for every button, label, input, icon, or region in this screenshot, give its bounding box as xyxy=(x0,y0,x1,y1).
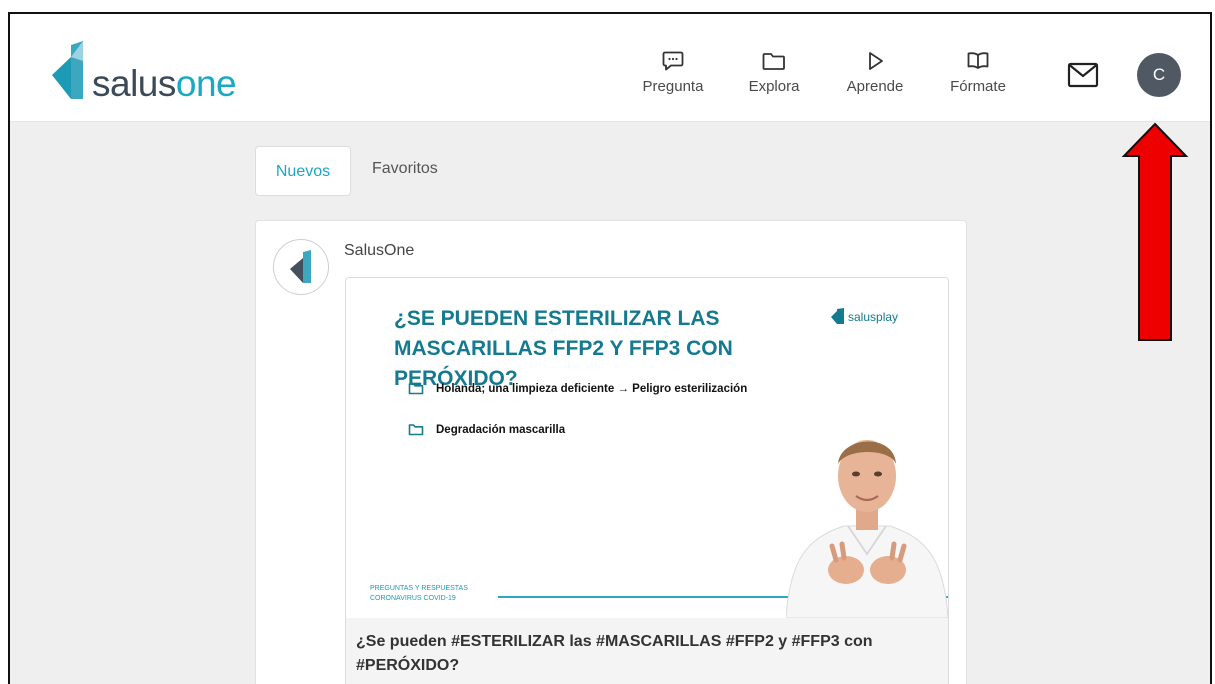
slide-bullet-text: Degradación mascarilla xyxy=(436,424,566,436)
red-arrow-annotation xyxy=(1121,122,1189,341)
nav-label-explora: Explora xyxy=(748,78,800,95)
slide-bullet: Holanda; una limpieza deficiente → Pelig… xyxy=(408,382,747,395)
folder-icon xyxy=(408,424,424,436)
salusone-logo-icon xyxy=(290,250,311,283)
salusplay-logo: salusplay xyxy=(830,308,898,324)
book-icon xyxy=(967,52,989,69)
mail-icon xyxy=(1067,62,1099,88)
slide-footer: PREGUNTAS Y RESPUESTAS CORONAVIRUS COVID… xyxy=(370,584,468,604)
nav-label-aprende: Aprende xyxy=(846,78,904,95)
post-card: SalusOne ¿SE PUEDEN ESTERILIZAR LAS MASC… xyxy=(255,220,967,684)
logo-text-prefix: salus xyxy=(92,63,176,104)
salusplay-logo-icon xyxy=(831,308,844,324)
messages-button[interactable] xyxy=(1067,62,1099,93)
folder-icon xyxy=(762,53,785,70)
post-author-name[interactable]: SalusOne xyxy=(344,242,414,260)
nav-item-explora[interactable]: Explora xyxy=(729,50,819,95)
chat-bubble-icon xyxy=(662,51,684,71)
salusplay-brand-text: salusplay xyxy=(848,310,899,324)
logo-text-suffix: one xyxy=(175,63,237,104)
tab-favoritos[interactable]: Favoritos xyxy=(372,146,438,194)
folder-icon xyxy=(408,383,424,395)
salusone-logo-icon xyxy=(52,41,83,99)
post-author-avatar[interactable] xyxy=(273,239,329,295)
post-media[interactable]: ¿SE PUEDEN ESTERILIZAR LAS MASCARILLAS F… xyxy=(345,277,949,684)
nav-item-pregunta[interactable]: Pregunta xyxy=(628,50,718,95)
slide-bullet-text: Holanda; una limpieza deficiente → Pelig… xyxy=(436,383,748,395)
slide-title: ¿SE PUEDEN ESTERILIZAR LAS MASCARILLAS F… xyxy=(394,307,733,390)
tab-nuevos[interactable]: Nuevos xyxy=(255,146,351,196)
post-caption[interactable]: ¿Se pueden #ESTERILIZAR las #MASCARILLAS… xyxy=(356,630,936,678)
top-header: salusone Pregunta Explora Aprende Fórmat… xyxy=(10,14,1210,122)
play-icon xyxy=(869,52,883,70)
nav-label-pregunta: Pregunta xyxy=(642,78,704,95)
logo-text: salusone xyxy=(92,63,237,104)
slide-footer-line1: PREGUNTAS Y RESPUESTAS xyxy=(370,585,468,592)
nav-label-formate: Fórmate xyxy=(950,78,1006,95)
presenter-image xyxy=(786,440,948,618)
user-avatar[interactable]: C xyxy=(1137,53,1181,97)
slide-footer-line2: CORONAVIRUS COVID-19 xyxy=(370,595,456,602)
nav-item-formate[interactable]: Fórmate xyxy=(933,50,1023,95)
video-thumbnail[interactable]: ¿SE PUEDEN ESTERILIZAR LAS MASCARILLAS F… xyxy=(346,278,948,618)
nav-item-aprende[interactable]: Aprende xyxy=(830,50,920,95)
slide-bullet: Degradación mascarilla xyxy=(408,423,565,436)
app-window: salusone Pregunta Explora Aprende Fórmat… xyxy=(8,12,1212,684)
